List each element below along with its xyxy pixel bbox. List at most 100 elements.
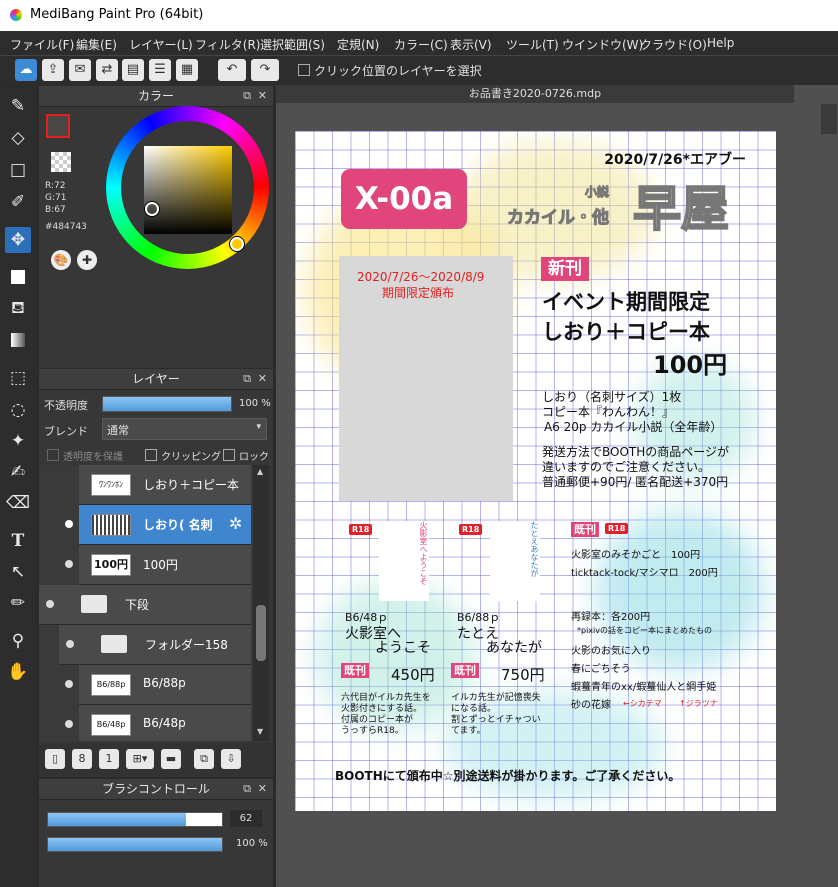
reprint-note-shikatema: ←シカテマ (623, 699, 662, 708)
comment-icon[interactable]: ✉ (69, 59, 91, 81)
sv-picker-handle[interactable] (145, 202, 159, 216)
old-release-badge: 既刊 (571, 522, 599, 537)
menu-cloud[interactable]: クラウド(O) (640, 36, 707, 53)
saturation-value-square[interactable] (144, 146, 232, 234)
r18-badge: R18 (459, 524, 483, 535)
book1-desc-4: うっすらR18。 (341, 726, 404, 736)
layer-row[interactable]: B6/48p B6/48p (65, 705, 251, 741)
menu-tool[interactable]: ツール(T) (506, 36, 559, 53)
fill-rect-tool-icon[interactable] (5, 264, 31, 290)
brush-size-slider[interactable] (47, 812, 223, 827)
menu-help[interactable]: Help (707, 36, 734, 50)
divide-tool-icon[interactable]: ✏ (5, 590, 31, 616)
layer-folder-row[interactable]: 下段 (39, 585, 251, 625)
text-tool-icon[interactable]: T (5, 528, 31, 554)
old-item-1: 火影室のみそかごと 100円 (571, 550, 701, 561)
layer-name: 下段 (125, 598, 150, 612)
layer-name: B6/88p (143, 676, 186, 690)
visibility-eye-icon[interactable] (65, 720, 73, 728)
grid-icon[interactable]: ▦ (176, 59, 198, 81)
menu-filter[interactable]: フィルタ(R) (195, 36, 260, 53)
document-tab[interactable]: お品書き2020-0726.mdp (276, 85, 794, 103)
redo-icon[interactable]: ↷ (251, 59, 279, 81)
menu-view[interactable]: 表示(V) (450, 36, 492, 53)
new-layer-icon[interactable]: ▯ (45, 749, 65, 769)
menu-ruler[interactable]: 定規(N) (337, 36, 379, 53)
foreground-color-swatch[interactable] (46, 114, 70, 138)
layer-name: 100円 (143, 558, 178, 572)
brush-tool-icon[interactable]: ✎ (5, 93, 31, 119)
panel-float-icon[interactable]: ⧉ (243, 369, 251, 389)
protect-alpha-checkbox[interactable] (47, 449, 59, 461)
menu-layer[interactable]: レイヤー(L) (129, 36, 193, 53)
panel-float-icon[interactable]: ⧉ (243, 779, 251, 799)
brush-size-value[interactable]: 62 (230, 810, 262, 827)
select-pen-tool-icon[interactable]: ✍ (5, 459, 31, 485)
layer-settings-gear-icon[interactable]: ✲ (229, 514, 242, 533)
lasso-tool-icon[interactable]: ◌ (5, 397, 31, 423)
book2-price: 750円 (501, 666, 545, 684)
add-layer-menu-icon[interactable]: ⊞▾ (126, 749, 154, 769)
layer-row-selected[interactable]: しおり( 名刺 ✲ (65, 505, 251, 545)
menu-file[interactable]: ファイル(F) (10, 36, 74, 53)
visibility-eye-icon[interactable] (46, 600, 54, 608)
scroll-up-icon[interactable]: ▲ (257, 467, 263, 476)
menu-selection[interactable]: 選択範囲(S) (260, 36, 325, 53)
lock-checkbox[interactable] (223, 449, 235, 461)
hand-tool-icon[interactable]: ✋ (5, 659, 31, 685)
layer-row[interactable]: B6/88p B6/88p (65, 665, 251, 705)
cloud-sync-icon[interactable]: ☁ (15, 59, 37, 81)
layer-folder-row[interactable]: フォルダー158 (59, 625, 251, 665)
visibility-eye-icon[interactable] (65, 560, 73, 568)
brush-opacity-slider[interactable] (47, 837, 223, 852)
menu-window[interactable]: ウインドウ(W) (562, 36, 643, 53)
move-tool-icon[interactable]: ✥ (5, 227, 31, 253)
new-folder-icon[interactable]: ▬ (161, 749, 181, 769)
new-8bit-layer-icon[interactable]: 8 (72, 749, 92, 769)
flyer-page[interactable]: 2020/7/26*エアブー X-00a 小説 カカイル・他 早屋 2020/7… (295, 131, 776, 811)
magic-wand-tool-icon[interactable]: ✦ (5, 428, 31, 454)
new-1bit-layer-icon[interactable]: 1 (99, 749, 119, 769)
transparent-color-swatch[interactable] (51, 152, 71, 172)
scroll-down-icon[interactable]: ▼ (257, 727, 263, 736)
eraser-tool-icon[interactable]: ◇ (5, 125, 31, 151)
visibility-eye-icon[interactable] (65, 680, 73, 688)
duplicate-layer-icon[interactable]: ⧉ (194, 749, 214, 769)
opacity-slider-fill (103, 397, 231, 411)
share-icon[interactable]: ⇄ (96, 59, 118, 81)
page-icon[interactable]: ▤ (122, 59, 144, 81)
menu-edit[interactable]: 編集(E) (76, 36, 117, 53)
undo-icon[interactable]: ↶ (218, 59, 246, 81)
gradient-tool-icon[interactable] (5, 327, 31, 353)
clipping-checkbox[interactable] (145, 449, 157, 461)
panel-close-icon[interactable]: ✕ (258, 779, 267, 799)
merge-down-icon[interactable]: ⇩ (221, 749, 241, 769)
blend-select[interactable]: 通常 ▾ (102, 418, 267, 440)
color-palette-icon[interactable]: 🎨 (51, 250, 71, 270)
menu-color[interactable]: カラー(C) (394, 36, 448, 53)
page-list-icon[interactable]: ☰ (149, 59, 171, 81)
scrollbar-thumb[interactable] (256, 605, 266, 661)
panel-float-icon[interactable]: ⧉ (243, 86, 251, 106)
blur-tool-icon[interactable]: ✐ (5, 189, 31, 215)
select-rect-tool-icon[interactable]: ⬚ (5, 365, 31, 391)
layer-row[interactable]: 100円 100円 (65, 545, 251, 585)
layer-row[interactable]: ﾜﾝﾜﾝﾎﾝ しおり＋コピー本 (79, 465, 251, 505)
layer-scrollbar[interactable]: ▲ ▼ (253, 465, 269, 741)
color-panel-header: カラー ⧉ ✕ (39, 86, 273, 107)
reprint-list-2: 春にごちそう (571, 664, 631, 675)
select-eraser-tool-icon[interactable]: ⌫ (5, 490, 31, 516)
hue-picker-handle[interactable] (230, 237, 244, 251)
opacity-slider[interactable] (102, 396, 232, 412)
color-palette-add-icon[interactable]: ✚ (77, 250, 97, 270)
bucket-tool-icon[interactable]: ⛾ (5, 295, 31, 321)
operation-tool-icon[interactable]: ↖ (5, 559, 31, 585)
dot-tool-icon[interactable]: □ (5, 157, 31, 183)
select-layer-checkbox[interactable] (298, 64, 310, 76)
upload-icon[interactable]: ⇪ (42, 59, 64, 81)
panel-close-icon[interactable]: ✕ (258, 369, 267, 389)
visibility-eye-icon[interactable] (66, 640, 74, 648)
panel-close-icon[interactable]: ✕ (258, 86, 267, 106)
visibility-eye-icon[interactable] (65, 520, 73, 528)
eyedropper-tool-icon[interactable]: ⚲ (5, 628, 31, 654)
